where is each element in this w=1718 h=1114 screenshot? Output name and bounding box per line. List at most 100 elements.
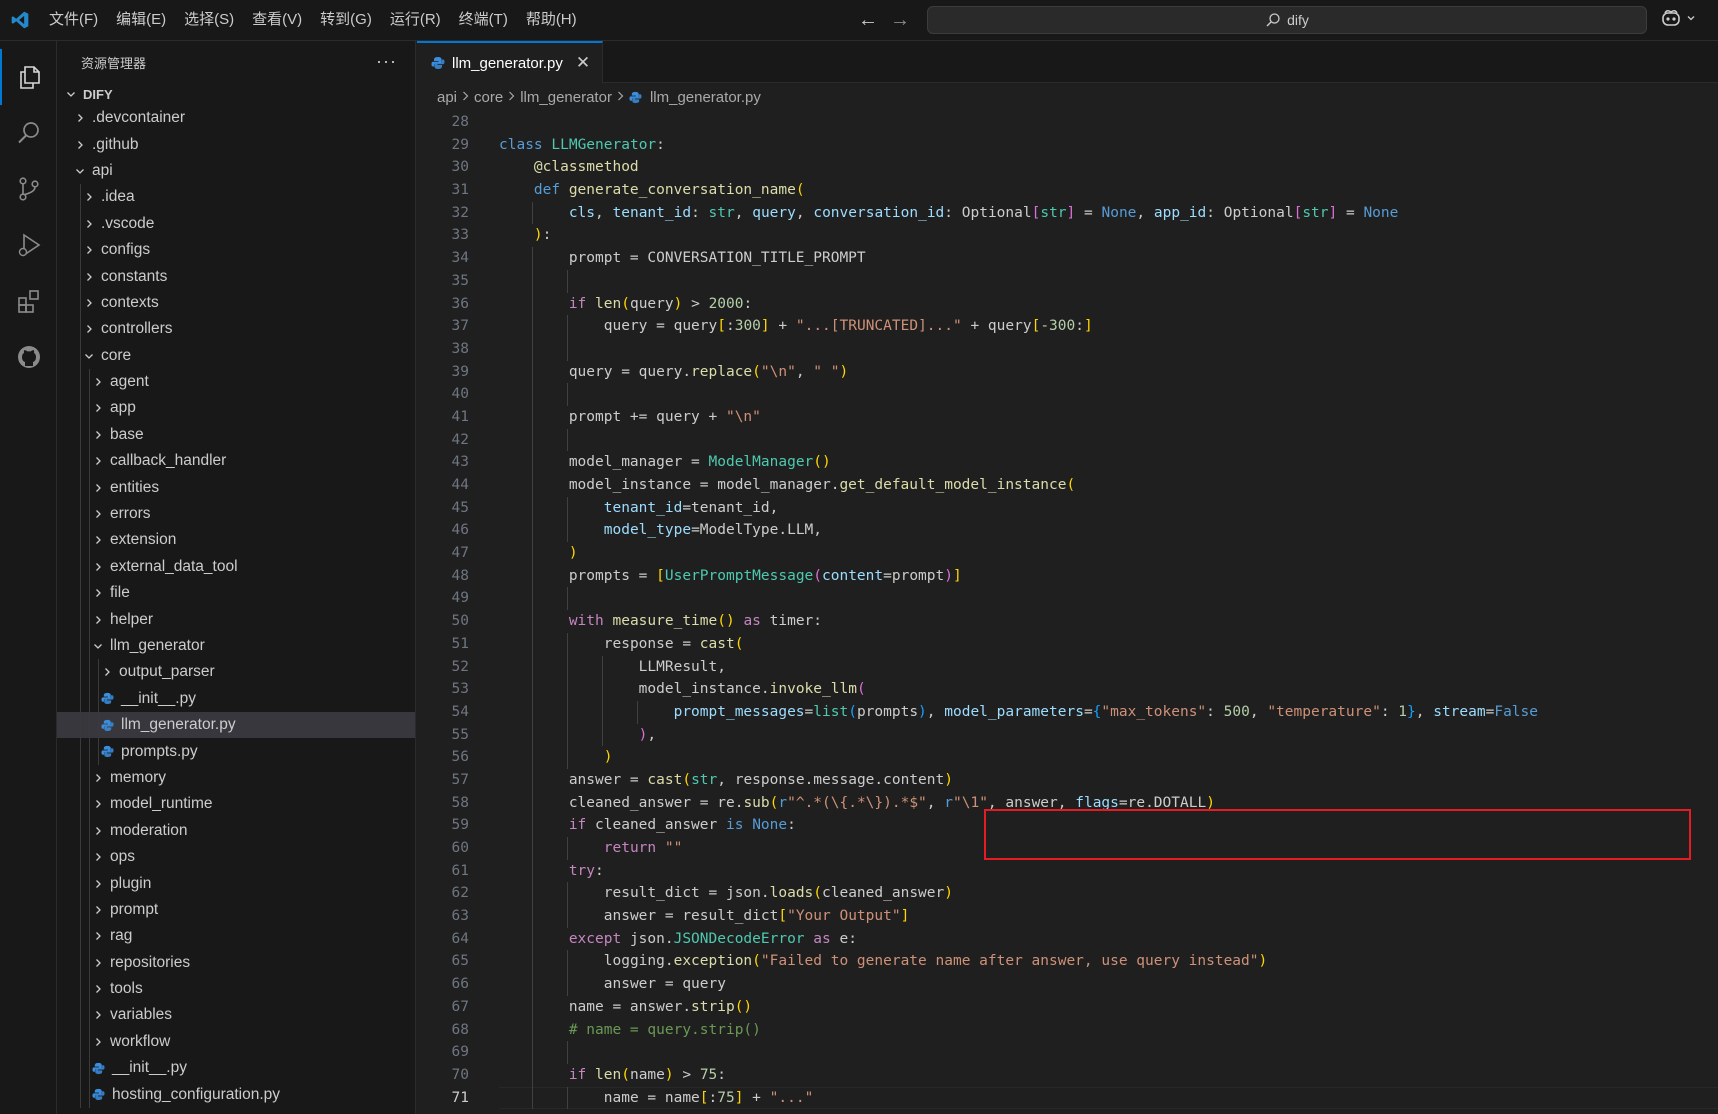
indent-guide xyxy=(532,950,533,974)
indent-guide xyxy=(532,995,533,1019)
tree-item-label: contexts xyxy=(101,293,159,311)
menu-item[interactable]: 选择(S) xyxy=(175,0,243,40)
indent-guide xyxy=(566,950,568,974)
breadcrumb-item[interactable]: llm_generator.py xyxy=(650,89,761,106)
folder-item[interactable]: moderation xyxy=(57,817,415,844)
line-number: 69 xyxy=(451,1044,469,1061)
folder-item[interactable]: extension xyxy=(57,527,415,554)
breadcrumb-item[interactable]: llm_generator xyxy=(520,89,612,106)
breadcrumb-item[interactable]: core xyxy=(474,89,503,106)
file-item[interactable]: llm_generator.py xyxy=(57,711,415,739)
folder-item[interactable]: repositories xyxy=(57,949,415,976)
folder-item[interactable]: plugin xyxy=(57,870,415,897)
folder-item[interactable]: agent xyxy=(57,368,415,396)
menu-item[interactable]: 转到(G) xyxy=(311,0,381,40)
file-item[interactable]: __init__.py xyxy=(57,1055,415,1082)
folder-item[interactable]: .devcontainer xyxy=(57,105,415,131)
copilot-button[interactable] xyxy=(1660,8,1696,28)
code-text: if len(name) > 75: xyxy=(569,1064,726,1087)
tab-llm-generator[interactable]: llm_generator.py ✕ xyxy=(417,41,604,83)
file-item[interactable]: prompts.py xyxy=(57,738,415,765)
folder-item[interactable]: api xyxy=(57,158,415,184)
folder-item[interactable]: .idea xyxy=(57,184,415,211)
folder-item[interactable]: contexts xyxy=(57,289,415,317)
folder-item[interactable]: callback_handler xyxy=(57,448,415,475)
breadcrumb-item[interactable]: api xyxy=(437,89,457,106)
folder-item[interactable]: errors xyxy=(57,500,415,528)
folder-item[interactable]: prompt xyxy=(57,896,415,924)
indent-guide xyxy=(532,837,533,860)
indent-guide xyxy=(89,527,90,554)
python-file-icon xyxy=(90,1088,106,1101)
command-center-search[interactable]: dify xyxy=(927,6,1647,34)
menu-item[interactable]: 帮助(H) xyxy=(517,0,586,40)
folder-item[interactable]: output_parser xyxy=(57,659,415,686)
indent-guide xyxy=(532,882,533,906)
forward-arrow-icon[interactable]: → xyxy=(890,9,910,32)
line-number: 61 xyxy=(451,862,469,879)
code-line: 65 logging.exception("Failed to generate … xyxy=(417,950,1718,974)
code-token: logging. xyxy=(603,953,674,970)
folder-item[interactable]: .vscode xyxy=(57,210,415,237)
folder-item[interactable]: tools xyxy=(57,975,415,1003)
code-token: ModelManager xyxy=(708,454,814,471)
folder-item[interactable]: entities xyxy=(57,474,415,501)
code-line: 47) xyxy=(417,542,1718,565)
file-item[interactable]: hosting_configuration.py xyxy=(57,1081,415,1108)
tree-item-label: helper xyxy=(110,610,154,628)
indent-guide xyxy=(532,247,533,270)
folder-item[interactable]: .github xyxy=(57,131,415,157)
menu-item[interactable]: 查看(V) xyxy=(243,0,311,40)
extensions-icon[interactable] xyxy=(0,273,57,329)
code-token: : xyxy=(1075,318,1084,335)
folder-item[interactable]: model_runtime xyxy=(57,791,415,818)
code-token: } xyxy=(1407,703,1416,720)
menu-item[interactable]: 终端(T) xyxy=(450,0,517,40)
menu-item[interactable]: 运行(R) xyxy=(381,0,450,40)
folder-item[interactable]: rag xyxy=(57,923,415,950)
file-item[interactable]: __init__.py xyxy=(57,685,415,712)
folder-item[interactable]: core xyxy=(57,342,415,369)
close-icon[interactable]: ✕ xyxy=(576,53,590,73)
code-token: > xyxy=(682,295,709,312)
chevron-right-icon xyxy=(507,90,516,105)
indent-guide xyxy=(80,817,81,844)
source-control-icon[interactable] xyxy=(0,161,57,217)
chevron-right-icon xyxy=(90,509,106,519)
code-editor[interactable]: 28 29 class LLMGenerator: 30 @classmethod 31 d… xyxy=(417,111,1718,1110)
folder-item[interactable]: configs xyxy=(57,236,415,264)
indent-guide xyxy=(636,700,638,724)
code-token: , xyxy=(926,703,945,720)
github-icon[interactable] xyxy=(0,329,57,385)
folder-item[interactable]: DIFY xyxy=(57,83,415,105)
code-line: 51 response = cast( xyxy=(417,632,1718,656)
code-token: model_instance = model_manager. xyxy=(568,477,840,493)
folder-item[interactable]: memory xyxy=(57,764,415,792)
sidebar-title: 资源管理器 xyxy=(81,55,147,71)
folder-item[interactable]: variables xyxy=(57,1002,415,1029)
search-icon[interactable] xyxy=(0,105,57,161)
folder-item[interactable]: controllers xyxy=(57,316,415,343)
folder-item[interactable]: external_data_tool xyxy=(57,553,415,581)
folder-item[interactable]: file xyxy=(57,580,415,607)
indent-guide xyxy=(532,610,533,633)
explorer-icon[interactable] xyxy=(0,49,57,105)
folder-item[interactable]: base xyxy=(57,421,415,449)
folder-item[interactable]: constants xyxy=(57,263,415,290)
menu-item[interactable]: 文件(F) xyxy=(40,0,107,40)
code-text: name = name[:75] + "..." xyxy=(604,1087,814,1110)
folder-item[interactable]: ops xyxy=(57,843,415,871)
folder-item[interactable]: workflow xyxy=(57,1028,415,1056)
indent-guide xyxy=(89,368,90,396)
back-arrow-icon[interactable]: ← xyxy=(858,9,878,32)
code-text: return "" xyxy=(604,837,683,860)
line-number: 29 xyxy=(451,136,469,153)
run-debug-icon[interactable] xyxy=(0,217,57,273)
menu-item[interactable]: 编辑(E) xyxy=(107,0,175,40)
folder-item[interactable]: app xyxy=(57,395,415,422)
folder-item[interactable]: llm_generator xyxy=(57,632,415,660)
chevron-right-icon xyxy=(90,879,106,889)
menu-bar: 文件(F) 编辑(E) 选择(S) 查看(V) 转到(G) 运行(R) 终端(T) 帮助(H) xyxy=(40,0,586,40)
folder-item[interactable]: helper xyxy=(57,606,415,633)
more-actions-icon[interactable]: ··· xyxy=(376,51,397,72)
